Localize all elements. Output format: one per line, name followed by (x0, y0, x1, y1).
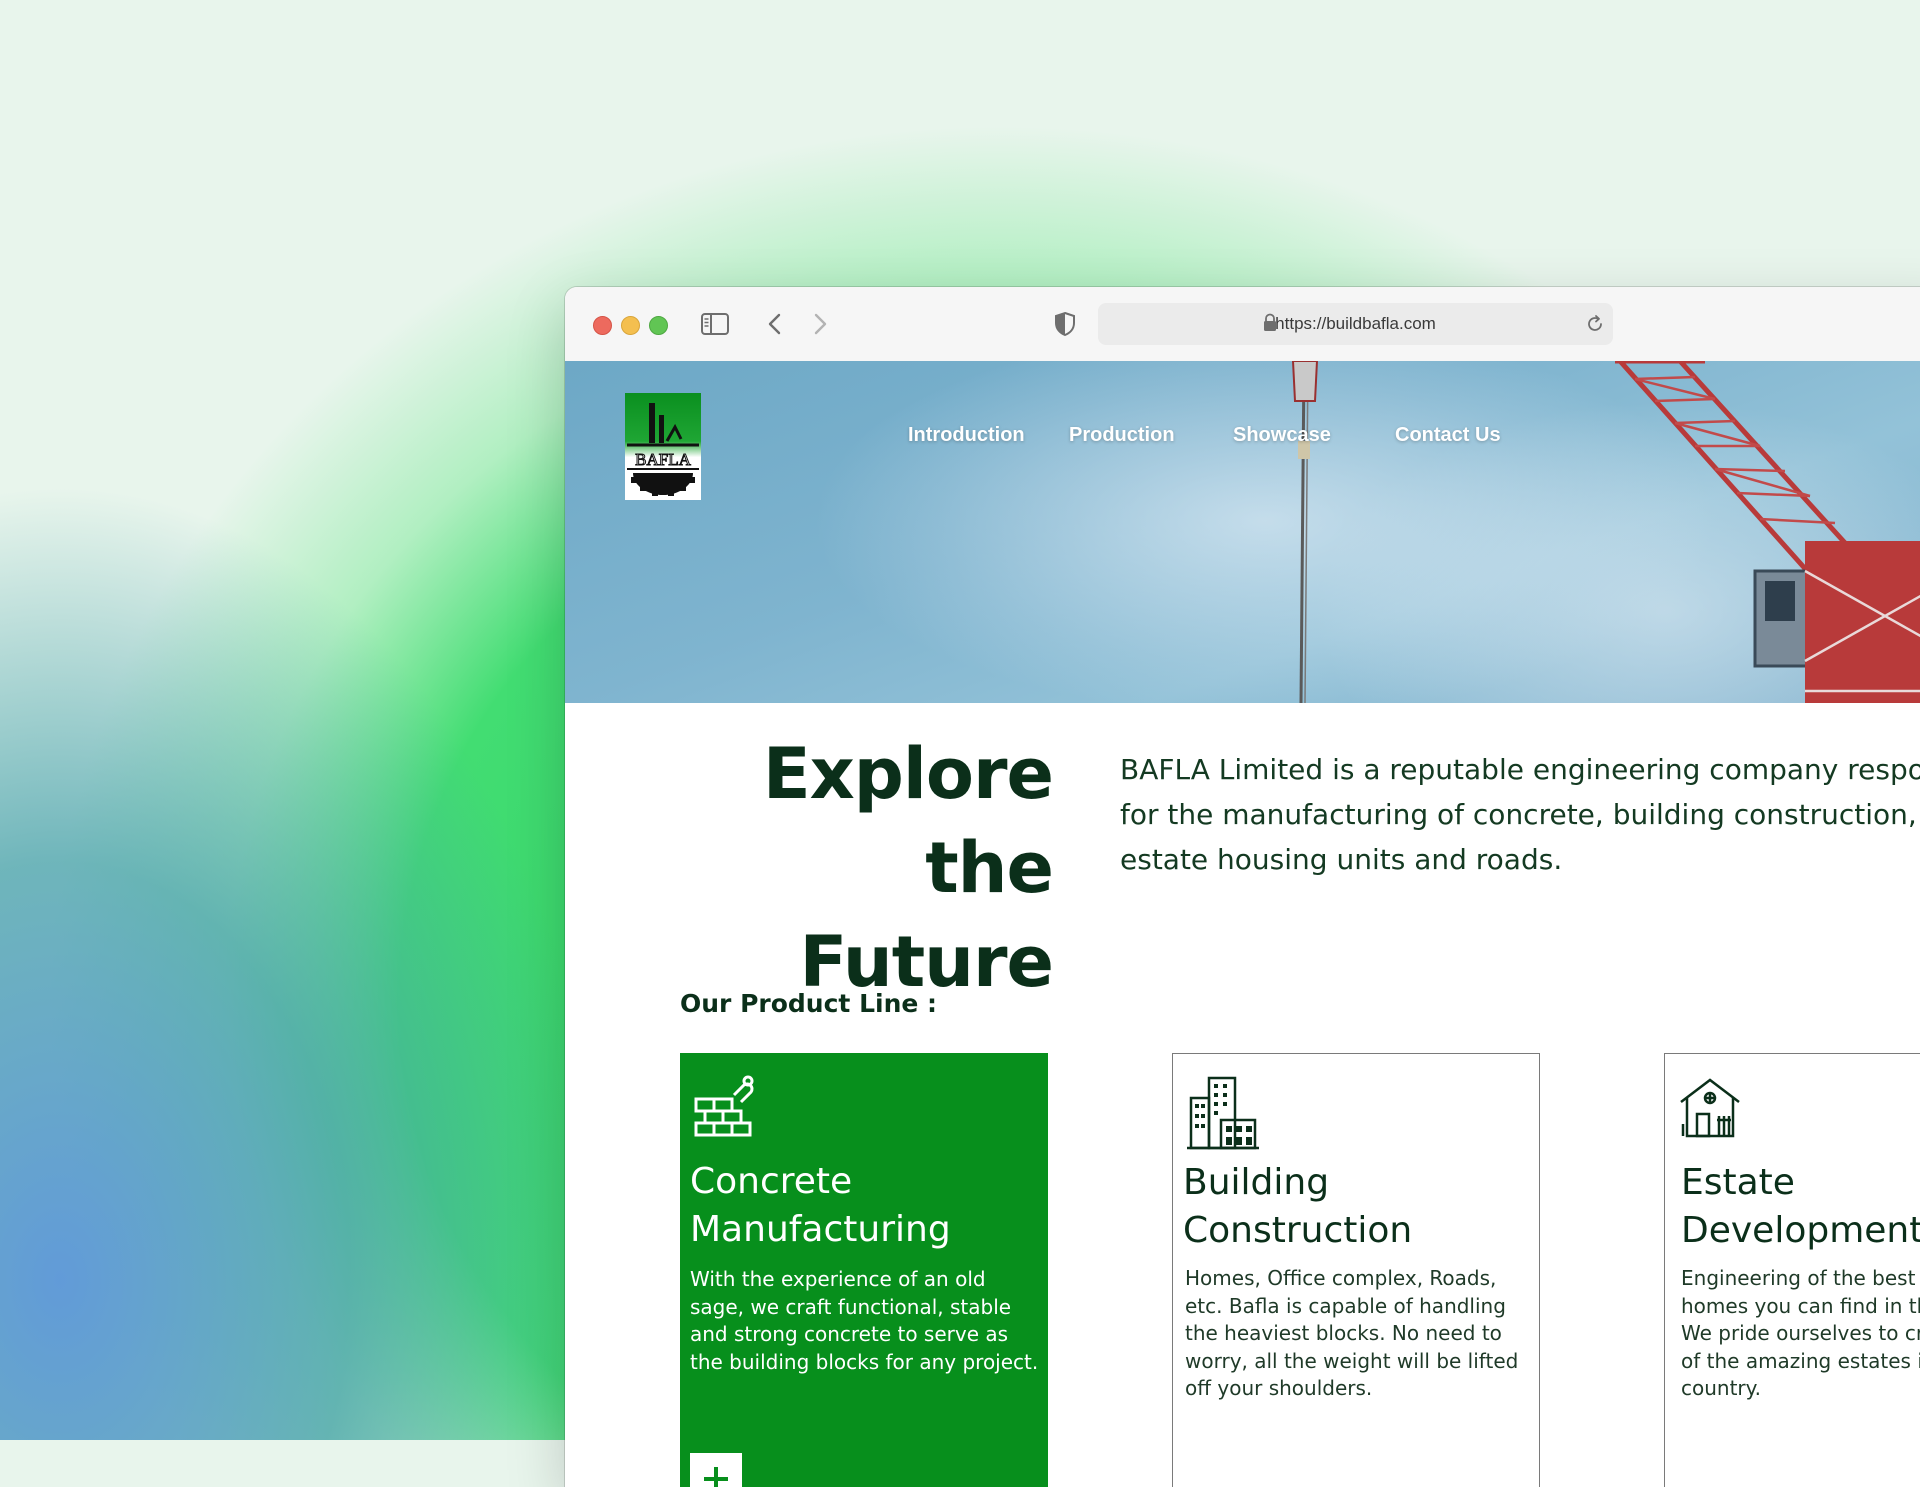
url-text: https://buildbafla.com (1275, 314, 1436, 333)
bricks-icon (694, 1075, 754, 1137)
product-card-estate[interactable]: Estate Development Engineering of the be… (1664, 1053, 1920, 1487)
hero-banner: BAFLA Introduction Production Showcase C… (565, 361, 1920, 703)
sidebar-toggle-icon[interactable] (700, 309, 730, 339)
hero-headline: Explore the Future (665, 727, 1054, 1009)
browser-window: https://buildbafla.com BAFLA Introductio… (565, 287, 1920, 1487)
company-intro: BAFLA Limited is a reputable engineering… (1120, 753, 1920, 876)
lock-icon (1264, 313, 1276, 331)
buildings-icon (1187, 1076, 1259, 1150)
card-title: Estate Development (1681, 1162, 1920, 1251)
main-nav: Introduction Production Showcase Contact… (565, 424, 1920, 454)
product-line-title: Our Product Line : (680, 989, 938, 1018)
card-title: Building Construction (1183, 1162, 1413, 1251)
browser-toolbar: https://buildbafla.com (565, 287, 1920, 362)
address-bar[interactable]: https://buildbafla.com (1098, 303, 1613, 345)
reload-icon[interactable] (1585, 314, 1605, 334)
house-icon (1680, 1078, 1740, 1138)
card-description: Engineering of the best real estate home… (1681, 1266, 1920, 1400)
headline-line-2: the Future (799, 827, 1054, 1003)
crane-image (1291, 361, 1920, 703)
plus-icon (704, 1467, 728, 1487)
card-description: Homes, Office complex, Roads, etc. Bafla… (1185, 1266, 1519, 1400)
privacy-shield-icon[interactable] (1050, 309, 1080, 339)
zoom-window-button[interactable] (649, 316, 668, 335)
back-icon[interactable] (760, 309, 790, 339)
nav-production[interactable]: Production (1069, 424, 1175, 447)
product-card-concrete[interactable]: Concrete Manufacturing With the experien… (680, 1053, 1048, 1487)
close-window-button[interactable] (593, 316, 612, 335)
product-card-building[interactable]: Building Construction Homes, Office comp… (1172, 1053, 1540, 1487)
nav-showcase[interactable]: Showcase (1233, 424, 1331, 447)
headline-line-1: Explore (762, 733, 1054, 815)
card-arrow-button[interactable] (690, 1453, 742, 1487)
minimize-window-button[interactable] (621, 316, 640, 335)
nav-contact-us[interactable]: Contact Us (1395, 424, 1501, 447)
forward-icon[interactable] (805, 309, 835, 339)
card-description: With the experience of an old sage, we c… (690, 1267, 1039, 1374)
nav-introduction[interactable]: Introduction (908, 424, 1025, 447)
card-title: Concrete Manufacturing (690, 1161, 951, 1250)
